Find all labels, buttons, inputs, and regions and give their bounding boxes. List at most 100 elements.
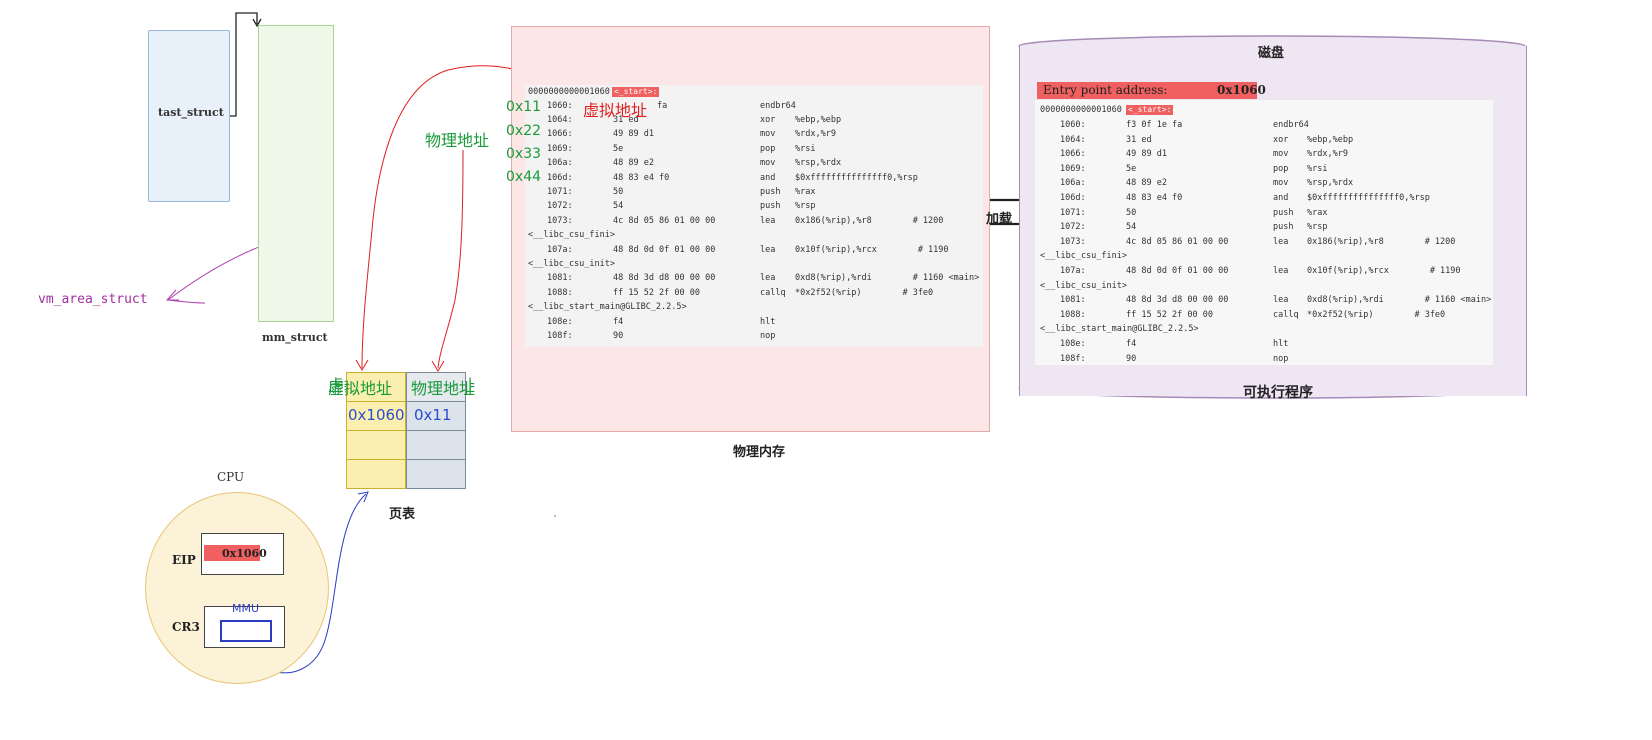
disk-line-op: lea [1273,236,1289,247]
memory-line-op: nop [760,331,776,341]
memory-line-arg: %rax [795,187,816,197]
memory-line-a: 108f: [547,331,573,341]
memory-line-a: 106a: [547,158,573,169]
disk-line-op: mov [1273,178,1289,189]
memory-line-h: f4 [613,316,624,327]
memory-line0-op: endbr64 [760,101,796,111]
memory-line-arg: *0x2f52(%rip) # 3fe0 [795,287,934,298]
memory-line-a: 106d: [547,172,573,183]
disk-line-h: 48 8d 3d d8 00 00 00 [1126,295,1229,306]
mem-addr-0x33: 0x33 [506,146,542,162]
pagetable-row2-virtual [346,430,406,460]
physical-memory-caption: 物理内存 [733,445,786,460]
memory-line0-hex: fa [657,101,668,111]
disk-line-h: 90 [1126,353,1137,364]
memory-line-op: hlt [760,316,776,327]
memory-line-arg: $0xfffffffffffffff0,%rsp [795,172,918,183]
disk-line-arg: $0xfffffffffffffff0,%rsp [1307,193,1430,203]
disk-line-op: push [1273,222,1294,233]
memory-line-op: mov [760,129,776,140]
disk-line-op: lea [1273,295,1289,306]
disk-line-h: 5e [1126,163,1137,174]
memory-line-op: lea [760,244,776,255]
disk-header-addr: 0000000000001060 [1040,105,1122,115]
physical-addr-red-curve [437,149,464,369]
eip-label: EIP [172,553,196,567]
mmu-box [220,620,272,642]
memory-line-h: 90 [613,331,624,341]
disk-line-arg: %rsp,%rdx [1307,178,1354,189]
disk-line-a: 1066: [1060,149,1086,160]
disk-line-a: 1064: [1060,134,1086,145]
memory-line-arg: 0xd8(%rip),%rdi # 1160 <main> [795,273,980,284]
memory-line-op: callq [760,287,786,298]
memory-line-op: push [760,187,781,197]
stray-dot [554,515,556,517]
tast-to-mm-arrow [230,12,258,117]
disk-line-arg: *0x2f52(%rip) # 3fe0 [1307,309,1446,320]
memory-symbol-line: <__libc_csu_init> [528,259,615,269]
memory-line-arg: 0x186(%rip),%r8 # 1200 [795,215,944,226]
disk-line-op: mov [1273,149,1289,160]
memory-line-arg: %ebp,%ebp [795,115,842,125]
disk-line-a: 106a: [1060,178,1086,189]
mmu-label: MMU [232,602,260,615]
disk-line-a: 106d: [1060,193,1086,203]
memory-line-h: 49 89 d1 [613,129,654,140]
memory-line-op: lea [760,215,776,226]
tast-struct-label: tast_struct [158,106,224,119]
memory-line-a: 1066: [547,129,573,140]
disk-line-h: 48 8d 0d 0f 01 00 00 [1126,266,1229,276]
memory-line-a: 1088: [547,287,573,298]
executable-caption: 可执行程序 [1243,385,1313,401]
disk-line-op: hlt [1273,339,1289,349]
memory-line-arg: 0x10f(%rip),%rcx # 1190 [795,244,949,255]
memory-symbol-line: <__libc_csu_fini> [528,230,615,241]
disk-line-arg: %rsi [1307,163,1328,174]
memory-line-arg: %rsp,%rdx [795,158,842,169]
mm-struct-box [258,25,334,322]
disk-symbol-line: <__libc_csu_fini> [1040,251,1127,262]
disk-line-op: push [1273,207,1294,218]
disk-line-h: f4 [1126,339,1137,349]
disk-line-a: 108e: [1060,339,1086,349]
disk-line-arg: %rax [1307,207,1328,218]
pagetable-row1-physical-value: 0x11 [414,406,452,424]
pagetable-header-physical-text: 物理地址 [411,379,476,398]
disk-line-h: 48 83 e4 f0 [1126,193,1183,203]
memory-line-arg: %rsi [795,143,816,154]
load-label: 加载 [986,212,1013,227]
memory-header-addr: 0000000000001060 [528,87,610,97]
pagetable-caption: 页表 [389,507,416,522]
disk-start-tag: <_start>: [1126,105,1174,115]
memory-line-a: 108e: [547,316,573,327]
disk-symbol-line: <__libc_start_main@GLIBC_2.2.5> [1040,324,1199,335]
disk-line-arg: 0x186(%rip),%r8 # 1200 [1307,236,1456,247]
mm-struct-label: mm_struct [262,331,328,344]
disk-symbol-line: <__libc_csu_init> [1040,280,1127,291]
memory-line-op: mov [760,158,776,169]
vma-arrowhead [165,289,179,301]
memory-line-h: ff 15 52 2f 00 00 [613,287,700,298]
memory-line-a: 1071: [547,187,573,197]
memory-line-a: 1073: [547,215,573,226]
memory-line-op: push [760,201,781,212]
disk-line-a: 1088: [1060,309,1086,320]
memory-line-a: 1069: [547,143,573,154]
pagetable-row3-physical [406,459,466,489]
memory-line-h: 48 8d 0d 0f 01 00 00 [613,244,716,255]
disk-line-arg: 0x10f(%rip),%rcx # 1190 [1307,266,1461,276]
disk-line-arg: 0xd8(%rip),%rdi # 1160 <main> [1307,295,1492,306]
pagetable-row1-virtual-value: 0x1060 [348,406,405,424]
pagetable-row3-virtual [346,459,406,489]
disk-line-h: f3 0f 1e fa [1126,120,1183,130]
disk-line-h: 4c 8d 05 86 01 00 00 [1126,236,1229,247]
cr3-label: CR3 [172,620,200,634]
memory-line-h: 4c 8d 05 86 01 00 00 [613,215,716,226]
memory-line-op: pop [760,143,776,154]
mem-addr-0x44: 0x44 [506,169,542,185]
disk-line-h: ff 15 52 2f 00 00 [1126,309,1213,320]
memory-line-op: lea [760,273,776,284]
memory-symbol-line: <__libc_start_main@GLIBC_2.2.5> [528,302,687,313]
disk-line-a: 1081: [1060,295,1086,306]
